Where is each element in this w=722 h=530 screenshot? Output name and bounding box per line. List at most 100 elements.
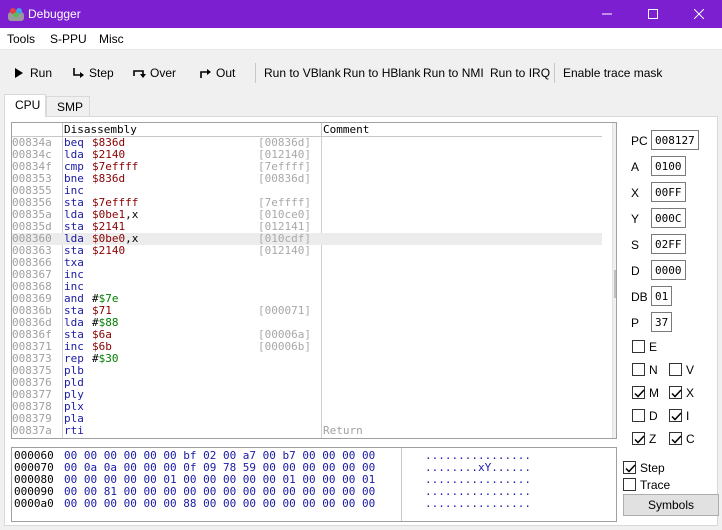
checkbox[interactable] bbox=[632, 432, 645, 445]
instruction-address: 00837a bbox=[12, 424, 52, 437]
minimize-button[interactable] bbox=[584, 0, 630, 28]
menu-s-ppu[interactable]: S-PPU bbox=[50, 32, 87, 46]
disassembly-row[interactable]: 008367 inc bbox=[12, 269, 602, 281]
run-to-vblank-button[interactable]: Run to VBlank bbox=[264, 66, 341, 80]
toolbar-separator bbox=[255, 63, 256, 83]
window-title: Debugger bbox=[28, 7, 81, 21]
register-label: P bbox=[631, 316, 640, 330]
scroll-down-icon[interactable] bbox=[616, 427, 617, 437]
register-a: A 0100 bbox=[624, 156, 718, 176]
checkbox[interactable] bbox=[669, 432, 682, 445]
play-icon bbox=[15, 68, 23, 78]
register-value-input[interactable]: 02FF bbox=[651, 234, 686, 254]
register-value-input[interactable]: 0100 bbox=[651, 156, 686, 176]
close-icon bbox=[694, 9, 704, 19]
run-label: Run bbox=[30, 66, 53, 80]
scroll-up-icon[interactable] bbox=[616, 126, 617, 136]
register-d: D 0000 bbox=[624, 260, 718, 280]
checkbox[interactable] bbox=[623, 461, 636, 474]
flag-label: M bbox=[649, 386, 659, 400]
step-out-icon bbox=[200, 69, 211, 78]
checkbox[interactable] bbox=[669, 409, 682, 422]
tab-smp[interactable]: SMP bbox=[46, 96, 90, 116]
memory-view[interactable]: 000060 00 00 00 00 00 00 bf 02 00 a7 00 b… bbox=[11, 447, 617, 522]
out-label: Out bbox=[216, 66, 236, 80]
checkbox[interactable] bbox=[632, 363, 645, 376]
register-pc: PC 008127 bbox=[624, 130, 718, 150]
checkbox[interactable] bbox=[632, 409, 645, 422]
checkbox[interactable] bbox=[632, 340, 645, 353]
register-label: DB bbox=[631, 290, 648, 304]
disassembly-row[interactable]: 008366 txa bbox=[12, 257, 602, 269]
disassembly-row[interactable]: 008375 plb bbox=[12, 365, 602, 377]
hex-ascii-divider bbox=[401, 448, 402, 521]
step-over-icon bbox=[133, 70, 146, 78]
disassembly-row[interactable]: 008376 pld bbox=[12, 377, 602, 389]
register-value-input[interactable]: 00FF bbox=[651, 182, 686, 202]
register-s: S 02FF bbox=[624, 234, 718, 254]
effective-address: [00836d] bbox=[258, 172, 311, 185]
disassembly-list[interactable]: Disassembly Comment 00834a beq $836d [00836… bbox=[11, 122, 617, 439]
effective-address: [000071] bbox=[258, 304, 311, 317]
disassembly-row[interactable]: 008373 rep #$30 bbox=[12, 353, 602, 365]
over-button[interactable]: Over bbox=[132, 66, 176, 80]
flag-label: E bbox=[649, 340, 658, 354]
register-value-input[interactable]: 000C bbox=[651, 208, 686, 228]
register-value-input[interactable]: 01 bbox=[651, 286, 672, 306]
register-y: Y 000C bbox=[624, 208, 718, 228]
disassembly-row[interactable]: 008353 bne $836d [00836d] bbox=[12, 173, 602, 185]
checkbox[interactable] bbox=[669, 386, 682, 399]
disassembly-column-header[interactable]: Disassembly bbox=[62, 123, 137, 137]
maximize-button[interactable] bbox=[630, 0, 676, 28]
register-value-input[interactable]: 37 bbox=[651, 312, 672, 332]
over-label: Over bbox=[150, 66, 177, 80]
symbols-button[interactable]: Symbols bbox=[623, 494, 719, 516]
instruction-mnemonic: rti bbox=[64, 424, 84, 437]
disassembly-row[interactable]: 008377 ply bbox=[12, 389, 602, 401]
register-label: D bbox=[631, 264, 640, 278]
effective-address: [012140] bbox=[258, 244, 311, 257]
flag-label: V bbox=[686, 363, 695, 377]
disassembly-scrollbar[interactable] bbox=[612, 123, 617, 438]
disassembly-row[interactable]: 008363 sta $2140 [012140] bbox=[12, 245, 602, 257]
register-value-input[interactable]: 0000 bbox=[651, 260, 686, 280]
run-to-hblank-button[interactable]: Run to HBlank bbox=[343, 66, 420, 80]
register-value-input[interactable]: 008127 bbox=[651, 130, 699, 150]
step-button[interactable]: Step bbox=[71, 66, 114, 80]
run-button[interactable]: Run bbox=[12, 66, 52, 80]
run-to-nmi-button[interactable]: Run to NMI bbox=[423, 66, 484, 80]
disassembly-row[interactable]: 008379 pla bbox=[12, 413, 602, 425]
menu-tools[interactable]: Tools bbox=[7, 32, 35, 46]
disassembly-row[interactable]: 00837a rti Return bbox=[12, 425, 602, 437]
register-label: A bbox=[631, 160, 640, 174]
step-icon bbox=[73, 68, 84, 78]
run-to-irq-button[interactable]: Run to IRQ bbox=[490, 66, 550, 80]
maximize-icon bbox=[648, 9, 658, 19]
flag-label: I bbox=[686, 409, 690, 423]
memory-hex-bytes: 00 00 00 00 00 00 88 00 00 00 00 00 00 0… bbox=[64, 497, 376, 510]
flag-label: D bbox=[649, 409, 658, 423]
step-label: Step bbox=[89, 66, 114, 80]
minimize-icon bbox=[602, 13, 612, 15]
register-label: S bbox=[631, 238, 640, 252]
flag-label: Z bbox=[649, 432, 657, 446]
menu-bar: Tools S-PPU Misc bbox=[0, 28, 722, 50]
checkbox[interactable] bbox=[632, 386, 645, 399]
memory-address: 0000a0 bbox=[14, 497, 54, 510]
scrollbar-thumb[interactable] bbox=[614, 270, 616, 298]
app-icon bbox=[8, 8, 24, 21]
out-button[interactable]: Out bbox=[198, 66, 235, 80]
tab-cpu[interactable]: CPU bbox=[4, 94, 46, 117]
menu-misc[interactable]: Misc bbox=[99, 32, 124, 46]
disassembly-row[interactable]: 008378 plx bbox=[12, 401, 602, 413]
checkbox[interactable] bbox=[669, 363, 682, 376]
enable-trace-mask-button[interactable]: Enable trace mask bbox=[563, 66, 662, 80]
register-label: Y bbox=[631, 212, 640, 226]
register-label: X bbox=[631, 186, 640, 200]
checkbox[interactable] bbox=[623, 478, 636, 491]
toolbar: Run Step Over Out Run to VBlank Run to H… bbox=[0, 50, 722, 92]
comment-column-header[interactable]: Comment bbox=[321, 123, 369, 137]
instruction-operand: $2140 bbox=[92, 244, 126, 257]
flag-label: X bbox=[686, 386, 695, 400]
close-button[interactable] bbox=[676, 0, 722, 28]
